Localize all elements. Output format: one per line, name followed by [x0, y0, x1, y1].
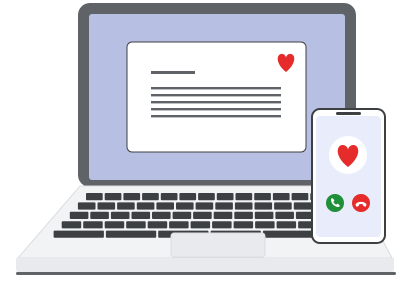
- keyboard-key: [147, 221, 168, 229]
- phone-notch: [336, 112, 361, 115]
- keyboard-key: [104, 221, 125, 229]
- keyboard-key: [179, 193, 197, 201]
- keyboard-key: [233, 221, 254, 229]
- keyboard-key: [77, 202, 96, 210]
- keyboard-key: [291, 193, 309, 201]
- keyboard-key: [254, 202, 273, 210]
- keyboard-key: [235, 193, 253, 201]
- keyboard-key: [169, 221, 189, 229]
- keyboard-key: [123, 193, 141, 201]
- keyboard-key: [97, 202, 116, 210]
- keyboard-key: [234, 202, 253, 210]
- screen-card: [126, 41, 307, 153]
- keyboard-key: [190, 221, 211, 229]
- keyboard-key: [198, 193, 215, 201]
- phone: [311, 108, 386, 244]
- keyboard-key: [195, 202, 214, 210]
- keyboard-key: [86, 193, 103, 201]
- keyboard-key: [142, 193, 159, 201]
- laptop-front-edge: [16, 258, 394, 274]
- keyboard-key: [136, 202, 155, 210]
- card-text-line: [151, 94, 281, 97]
- keyboard-key: [105, 230, 157, 238]
- card-title-line: [151, 71, 195, 74]
- keyboard-key: [61, 221, 82, 229]
- keyboard-key: [274, 202, 292, 210]
- keyboard-key: [254, 193, 271, 201]
- keyboard-key: [272, 193, 290, 201]
- keyboard-key: [234, 211, 253, 219]
- keyboard-key: [276, 221, 297, 229]
- keyboard-key: [110, 211, 130, 219]
- keyboard-key: [131, 211, 151, 219]
- keyboard-key: [213, 211, 233, 219]
- keyboard-key: [156, 202, 174, 210]
- keyboard-key: [152, 211, 171, 219]
- keyboard-key: [83, 221, 103, 229]
- keyboard-key: [212, 221, 232, 229]
- keyboard-key: [215, 202, 233, 210]
- trackpad: [170, 232, 266, 258]
- keyboard-key: [69, 211, 89, 219]
- keyboard-key: [90, 211, 109, 219]
- keyboard-key: [193, 211, 212, 219]
- keyboard-key: [262, 230, 314, 238]
- laptop-front-shadow: [16, 272, 396, 275]
- keyboard-key: [53, 230, 104, 238]
- laptop-and-phone-illustration: [16, 3, 396, 275]
- card-text-line: [151, 108, 281, 111]
- card-text-line: [151, 101, 281, 104]
- keyboard-key: [172, 211, 192, 219]
- keyboard-key: [255, 221, 275, 229]
- keyboard-key: [293, 202, 312, 210]
- keyboard-key: [216, 193, 234, 201]
- card-text-line: [151, 87, 281, 90]
- phone-screen: [316, 116, 381, 237]
- phone-accept-button[interactable]: [326, 194, 344, 212]
- keyboard-key: [254, 211, 274, 219]
- keyboard-key: [160, 193, 178, 201]
- keyboard-key: [104, 193, 122, 201]
- keyboard-key: [126, 221, 146, 229]
- keyboard-key: [275, 211, 294, 219]
- card-text-line: [151, 115, 281, 118]
- keyboard-key: [117, 202, 135, 210]
- keyboard-key: [176, 202, 194, 210]
